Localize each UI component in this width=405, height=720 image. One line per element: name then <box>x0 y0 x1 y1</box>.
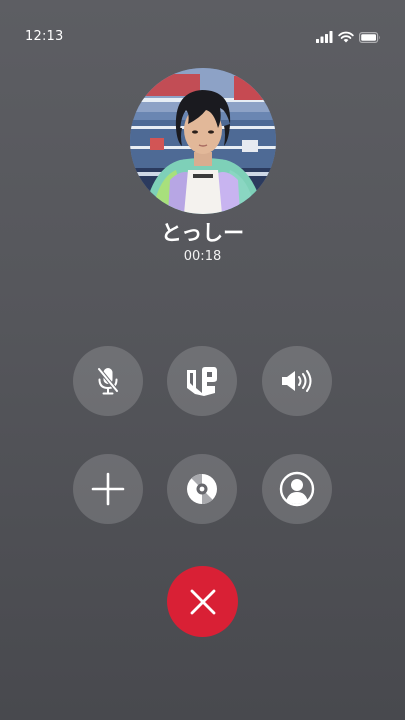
call-duration: 00:18 <box>183 249 222 264</box>
disc-button[interactable] <box>167 454 237 524</box>
speaker-icon <box>280 368 314 394</box>
end-call-button[interactable] <box>167 566 238 637</box>
effects-icon <box>185 365 219 397</box>
status-bar: 12:13 <box>0 0 405 60</box>
caller-name: とっしー <box>160 221 245 245</box>
mute-icon <box>93 365 123 397</box>
profile-icon <box>279 471 315 507</box>
close-icon <box>189 588 217 616</box>
effects-button[interactable] <box>167 346 237 416</box>
status-time: 12:13 <box>25 29 64 44</box>
wifi-icon <box>338 31 354 43</box>
add-call-button[interactable] <box>73 454 143 524</box>
speaker-button[interactable] <box>262 346 332 416</box>
mute-button[interactable] <box>73 346 143 416</box>
caller-avatar <box>130 68 276 214</box>
profile-button[interactable] <box>262 454 332 524</box>
disc-icon <box>185 472 219 506</box>
signal-icon <box>316 31 333 43</box>
add-icon <box>91 472 125 506</box>
status-icons <box>316 30 381 44</box>
battery-icon <box>359 31 381 43</box>
